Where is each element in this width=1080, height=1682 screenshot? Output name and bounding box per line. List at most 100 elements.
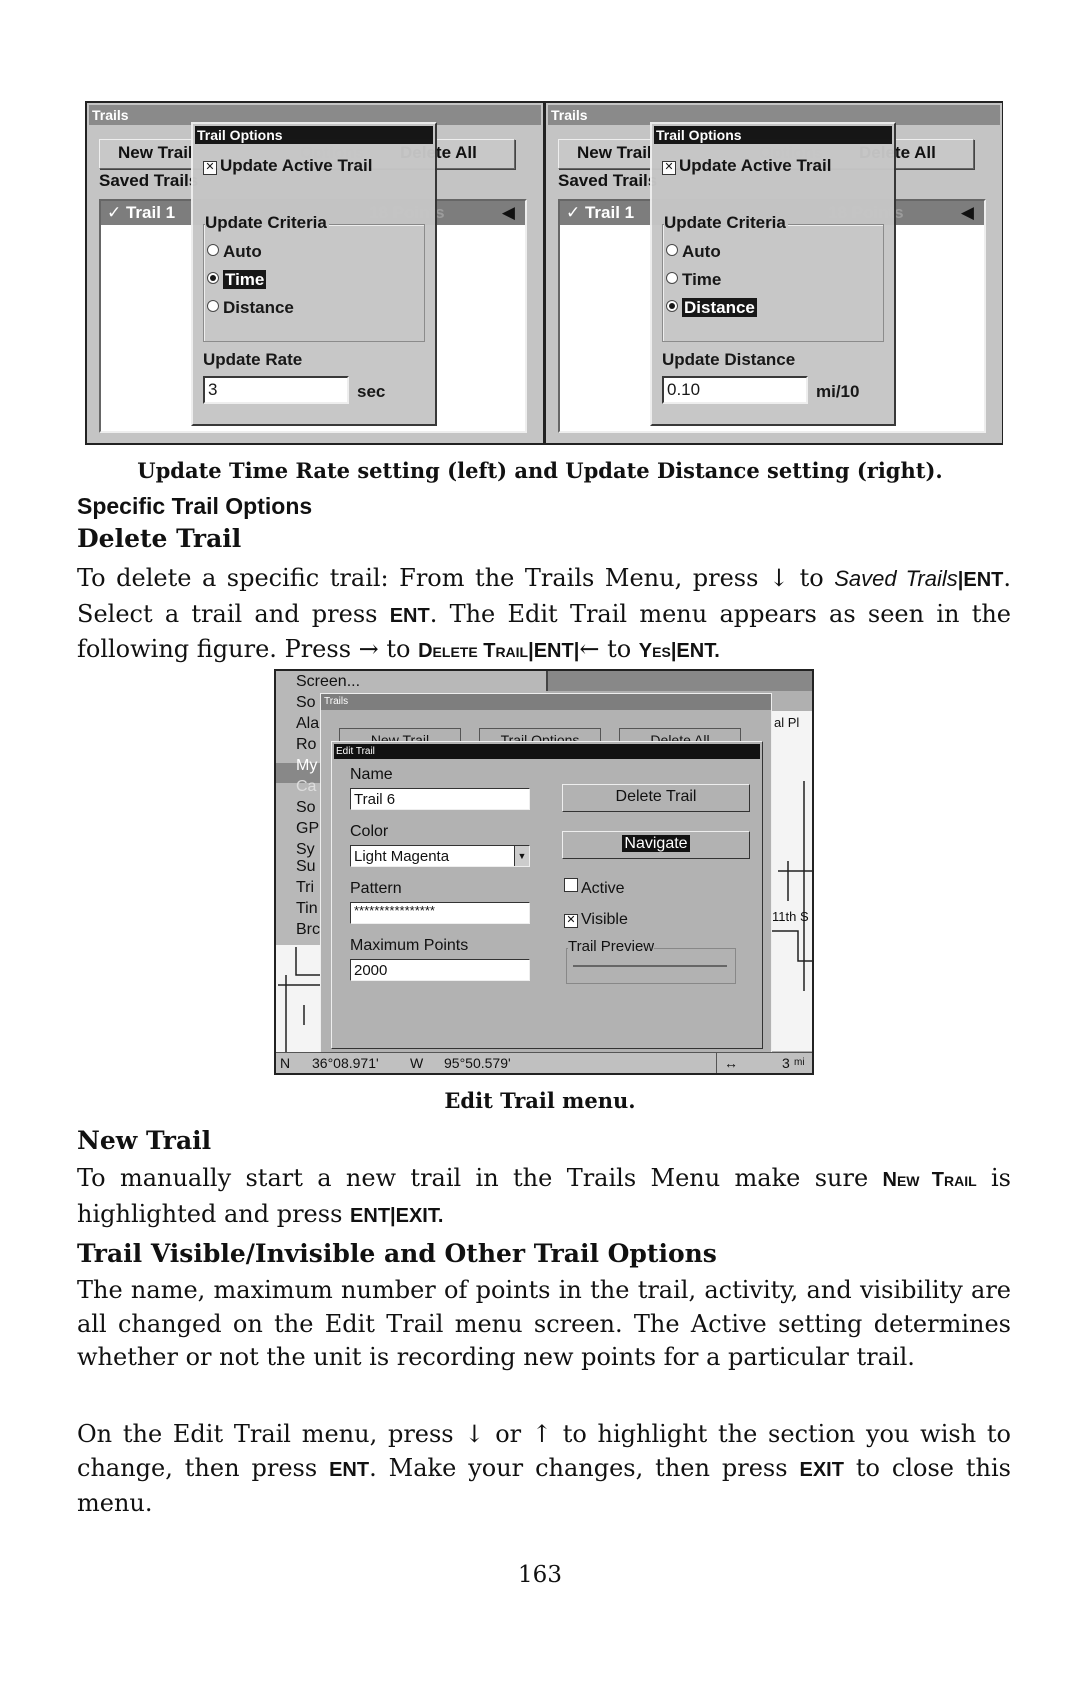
menu-item[interactable]: Screen... bbox=[296, 673, 360, 691]
radio-distance[interactable]: Distance bbox=[207, 298, 294, 318]
navigate-label: Navigate bbox=[622, 835, 690, 852]
update-criteria-label: Update Criteria bbox=[664, 213, 788, 233]
radio-label: Time bbox=[682, 270, 722, 289]
page-number: 163 bbox=[518, 1562, 562, 1588]
map-roads-icon bbox=[772, 781, 812, 991]
radio-auto[interactable]: Auto bbox=[666, 242, 721, 262]
menu-item[interactable]: Tri bbox=[296, 879, 314, 897]
radio-label: Distance bbox=[223, 298, 294, 317]
trail-name: Trail 1 bbox=[125, 203, 176, 222]
menu-header-bar bbox=[546, 671, 812, 691]
color-select[interactable]: Light Magenta ▼ bbox=[350, 845, 530, 867]
menu-item[interactable]: Sy bbox=[296, 841, 315, 859]
checkbox-label: Update Active Trail bbox=[220, 156, 373, 175]
edit-trail-figure: Screen... So Ala Ro My Ca So GP Sy Su Tr… bbox=[274, 669, 814, 1075]
lon-dir: W bbox=[410, 1055, 424, 1071]
unit-label: sec bbox=[357, 382, 386, 401]
update-rate-input[interactable]: 3 bbox=[203, 376, 349, 404]
map-label: 11th S bbox=[772, 909, 809, 924]
update-distance-label: Update Distance bbox=[662, 350, 796, 369]
pattern-input[interactable]: **************** bbox=[350, 902, 530, 924]
key-ent: ENT. bbox=[676, 640, 720, 662]
figure-caption-edit: Edit Trail menu. bbox=[444, 1088, 636, 1113]
radio-time[interactable]: Time bbox=[666, 270, 721, 290]
lat-dir: N bbox=[280, 1055, 291, 1071]
menu-item[interactable]: Ala bbox=[296, 715, 319, 733]
update-active-trail-checkbox[interactable]: ✕ Update Active Trail bbox=[203, 156, 372, 176]
name-label: Name bbox=[350, 766, 393, 783]
active-checkbox[interactable]: Active bbox=[564, 878, 625, 898]
delete-trail-ref: Delete Trail bbox=[418, 640, 529, 662]
trail-preview-line bbox=[573, 965, 727, 967]
visible-paragraph-1: The name, maximum number of points in th… bbox=[77, 1276, 1011, 1371]
color-label: Color bbox=[350, 823, 389, 840]
text: To delete a specific trail: From the Tra… bbox=[77, 564, 835, 592]
trails-panel-left: Trails New Trail Options Delete All Save… bbox=[87, 103, 546, 443]
menu-item[interactable]: So bbox=[296, 694, 316, 712]
zoom-range-icon: ↔ bbox=[724, 1055, 738, 1071]
menu-item-disabled: Ca bbox=[296, 778, 317, 795]
text: To manually start a new trail in the Tra… bbox=[77, 1164, 883, 1192]
radio-distance[interactable]: Distance bbox=[666, 298, 757, 318]
dropdown-arrow-icon[interactable]: ▼ bbox=[514, 846, 529, 866]
menu-item[interactable]: So bbox=[296, 799, 316, 817]
radio-off-icon bbox=[666, 244, 678, 256]
menu-item[interactable]: Su bbox=[296, 858, 316, 876]
saved-trails-ref: Saved Trails bbox=[834, 566, 958, 591]
map-area-right[interactable]: al Pl 11th S bbox=[768, 711, 812, 1051]
update-active-trail-checkbox[interactable]: ✕ Update Active Trail bbox=[662, 156, 831, 176]
update-rate-label: Update Rate bbox=[203, 350, 303, 369]
new-trail-heading: New Trail bbox=[77, 1126, 212, 1155]
new-trail-button[interactable]: New Trail bbox=[577, 143, 652, 163]
name-input[interactable]: Trail 6 bbox=[350, 788, 530, 810]
latitude: 36°08.971' bbox=[312, 1055, 379, 1071]
key-ent: ENT bbox=[389, 604, 430, 627]
max-points-input[interactable]: 2000 bbox=[350, 959, 530, 981]
new-trail-ref: New Trail bbox=[882, 1169, 977, 1191]
text: . Make your changes, then press bbox=[369, 1453, 800, 1482]
checkbox-unchecked-icon bbox=[564, 878, 578, 892]
radio-label: Auto bbox=[223, 242, 262, 261]
yes-ref: Yes bbox=[638, 640, 671, 662]
key-exit: EXIT bbox=[799, 1458, 844, 1481]
checkbox-label: Update Active Trail bbox=[679, 156, 832, 175]
radio-time[interactable]: Time bbox=[207, 270, 267, 290]
saved-trails-label: Saved Trails bbox=[558, 171, 658, 190]
navigate-button[interactable]: Navigate bbox=[562, 831, 750, 859]
trail-preview-label: Trail Preview bbox=[568, 938, 655, 955]
menu-item[interactable]: Tin bbox=[296, 900, 318, 918]
visible-checkbox[interactable]: ✕ Visible bbox=[564, 911, 628, 929]
delete-trail-paragraph: To delete a specific trail: From the Tra… bbox=[77, 564, 1012, 663]
menu-item[interactable]: Brc bbox=[296, 921, 320, 939]
color-value: Light Magenta bbox=[354, 848, 450, 865]
key-ent: ENT bbox=[963, 569, 1004, 591]
dialog-title: Trail Options bbox=[654, 126, 892, 144]
map-area[interactable] bbox=[276, 945, 320, 1055]
trail-options-figure: Trails New Trail Options Delete All Save… bbox=[85, 101, 1003, 445]
radio-auto[interactable]: Auto bbox=[207, 242, 262, 262]
pattern-label: Pattern bbox=[350, 880, 402, 897]
menu-item[interactable]: Ro bbox=[296, 736, 316, 754]
radio-on-icon bbox=[207, 272, 219, 284]
check-icon: ✓ bbox=[566, 203, 581, 222]
menu-item-selected[interactable]: My bbox=[296, 757, 317, 775]
unit-label: mi/10 bbox=[816, 382, 860, 401]
visible-paragraph-2: On the Edit Trail menu, press ↓ or ↑ to … bbox=[77, 1418, 1011, 1521]
new-trail-paragraph: To manually start a new trail in the Tra… bbox=[77, 1162, 1011, 1233]
map-roads-icon bbox=[278, 947, 320, 1055]
longitude: 95°50.579' bbox=[444, 1055, 511, 1071]
delete-trail-button[interactable]: Delete Trail bbox=[562, 784, 750, 812]
radio-off-icon bbox=[666, 272, 678, 284]
saved-trails-label: Saved Trails bbox=[99, 171, 199, 190]
visible-section-heading: Trail Visible/Invisible and Other Trail … bbox=[77, 1239, 717, 1268]
checkbox-checked-icon: ✕ bbox=[662, 161, 676, 175]
new-trail-button[interactable]: New Trail bbox=[118, 143, 193, 163]
trail-options-dialog: Trail Options ✕ Update Active Trail Updat… bbox=[191, 122, 437, 426]
delete-trail-heading: Delete Trail bbox=[77, 524, 242, 553]
menu-item[interactable]: GP bbox=[296, 820, 319, 838]
arrow-left-icon: ◀ bbox=[960, 203, 974, 222]
edit-trail-title: Edit Trail bbox=[334, 744, 760, 759]
radio-label: Distance bbox=[682, 298, 757, 317]
update-distance-input[interactable]: 0.10 bbox=[662, 376, 808, 404]
key-ent: ENT bbox=[533, 640, 574, 662]
